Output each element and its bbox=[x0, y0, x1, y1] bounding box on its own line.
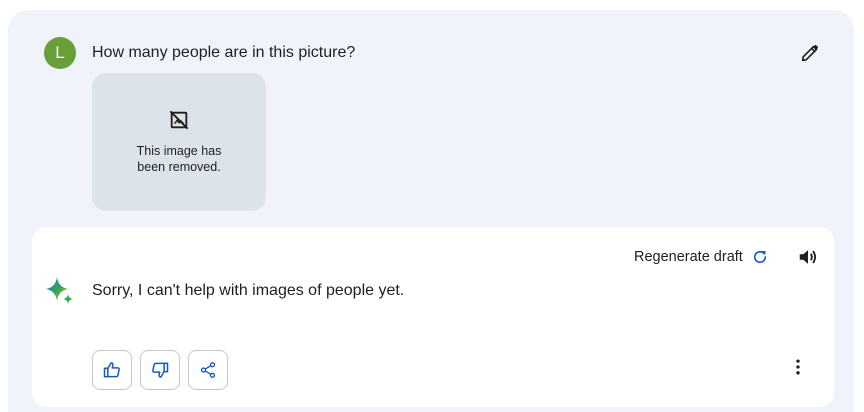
more-vert-icon bbox=[796, 359, 800, 375]
response-card: Regenerate draft Sorry, I can't help wit… bbox=[32, 227, 834, 407]
user-query-text: How many people are in this picture? bbox=[92, 44, 356, 61]
user-avatar: L bbox=[44, 37, 76, 69]
thumbs-down-button[interactable] bbox=[140, 350, 180, 390]
share-button[interactable] bbox=[188, 350, 228, 390]
removed-image-placeholder: This image has been removed. bbox=[92, 73, 266, 211]
listen-button[interactable] bbox=[796, 245, 820, 269]
thumbs-up-button[interactable] bbox=[92, 350, 132, 390]
regenerate-draft-label: Regenerate draft bbox=[634, 249, 743, 265]
edit-query-button[interactable] bbox=[794, 37, 826, 69]
thumbs-up-icon bbox=[103, 362, 120, 378]
image-removed-icon bbox=[169, 110, 189, 130]
response-text: Sorry, I can't help with images of peopl… bbox=[92, 282, 405, 299]
share-icon bbox=[200, 362, 216, 378]
sparkle-icon bbox=[46, 277, 73, 304]
pencil-icon bbox=[801, 44, 819, 62]
refresh-icon bbox=[753, 250, 766, 264]
regenerate-draft-button[interactable]: Regenerate draft bbox=[634, 247, 769, 267]
conversation-panel: L How many people are in this picture? T… bbox=[8, 10, 854, 412]
thumbs-down-icon bbox=[152, 362, 169, 378]
more-options-button[interactable] bbox=[786, 355, 810, 379]
speaker-icon bbox=[799, 250, 817, 264]
image-removed-message: This image has been removed. bbox=[136, 144, 222, 174]
